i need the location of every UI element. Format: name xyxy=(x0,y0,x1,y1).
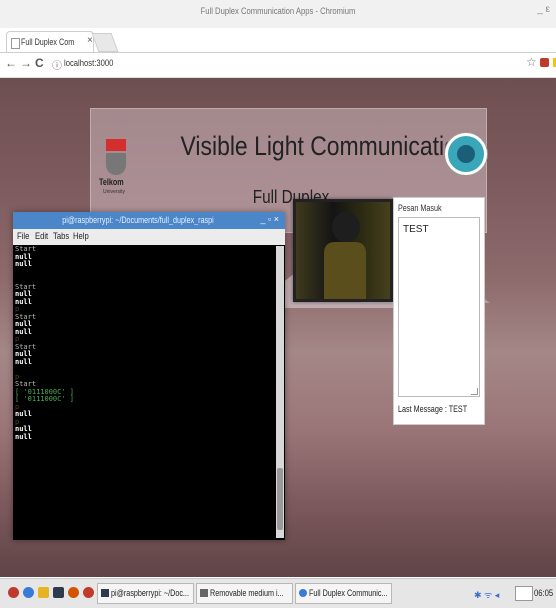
taskbar-item-label: Full Duplex Communic... xyxy=(309,588,388,598)
terminal-line: null xyxy=(15,327,32,336)
emblem-logo xyxy=(445,133,487,175)
scrollbar-thumb[interactable] xyxy=(277,468,283,530)
terminal-line: null xyxy=(15,252,32,261)
menu-tabs[interactable]: Tabs xyxy=(53,231,69,241)
message-label: Pesan Masuk xyxy=(398,203,442,213)
cpu-monitor-icon[interactable] xyxy=(515,586,533,601)
last-message-text: Last Message : TEST xyxy=(398,404,468,414)
terminal-window[interactable]: pi@raspberrypi: ~/Documents/full_duplex_… xyxy=(13,212,285,540)
chromium-task-icon xyxy=(299,589,307,597)
video-person-body xyxy=(324,242,366,299)
terminal-line: p xyxy=(15,417,20,426)
terminal-line: null xyxy=(15,297,32,306)
logo-text: Telkom xyxy=(99,177,124,187)
extension-icon[interactable] xyxy=(540,58,549,67)
page-icon xyxy=(11,38,20,49)
terminal-line: null xyxy=(15,410,32,418)
forward-icon[interactable]: → xyxy=(20,56,32,70)
terminal-launcher-icon[interactable] xyxy=(53,587,64,598)
terminal-line: null xyxy=(15,425,32,433)
page-title: Visible Light Communication xyxy=(180,131,470,161)
tab-label: Full Duplex Com xyxy=(21,37,75,47)
terminal-scrollbar[interactable] xyxy=(276,246,284,538)
menu-edit[interactable]: Edit xyxy=(35,231,48,241)
terminal-line: Start xyxy=(15,342,37,351)
logo-red-block xyxy=(106,139,126,151)
taskbar-item-removable[interactable]: Removable medium i... xyxy=(196,583,293,604)
terminal-line: p xyxy=(15,335,20,343)
taskbar-item-label: Removable medium i... xyxy=(210,588,284,598)
file-manager-icon[interactable] xyxy=(38,587,49,598)
menu-help[interactable]: Help xyxy=(73,231,89,241)
new-tab-button[interactable] xyxy=(91,33,119,52)
video-frame[interactable] xyxy=(293,199,393,302)
back-icon[interactable]: ← xyxy=(5,56,17,70)
address-bar-row: ← → C ⓘ localhost:3000 ☆ xyxy=(0,53,556,78)
window-title: Full Duplex Communication Apps - Chromiu… xyxy=(200,6,356,16)
taskbar-item-label: pi@raspberrypi: ~/Doc... xyxy=(111,588,189,598)
terminal-line: p xyxy=(15,402,20,411)
window-controls[interactable]: _ ε xyxy=(537,4,550,15)
info-icon[interactable]: ⓘ xyxy=(52,57,62,72)
terminal-task-icon xyxy=(101,589,109,597)
terminal-line: null xyxy=(15,320,32,328)
terminal-window-controls[interactable]: _ ▫ × xyxy=(261,214,279,224)
app-launcher-icon[interactable] xyxy=(68,587,79,598)
taskbar-item-browser[interactable]: Full Duplex Communic... xyxy=(295,583,392,604)
terminal-titlebar[interactable]: pi@raspberrypi: ~/Documents/full_duplex_… xyxy=(13,212,285,229)
message-value: TEST xyxy=(403,224,429,235)
menu-file[interactable]: File xyxy=(17,231,29,241)
app-launcher-icon-2[interactable] xyxy=(83,587,94,598)
terminal-title: pi@raspberrypi: ~/Documents/full_duplex_… xyxy=(62,215,214,225)
terminal-line: p xyxy=(15,305,20,313)
message-panel: Pesan Masuk TEST Last Message : TEST xyxy=(393,197,485,425)
resize-grip-icon[interactable] xyxy=(471,388,478,395)
terminal-line: Start xyxy=(15,282,37,291)
terminal-line: null xyxy=(15,290,32,298)
clock[interactable]: 06:05 xyxy=(534,588,553,598)
terminal-line: [ '0111000C' ] xyxy=(15,395,75,403)
taskbar-item-terminal[interactable]: pi@raspberrypi: ~/Doc... xyxy=(97,583,194,604)
terminal-line: null xyxy=(15,432,32,441)
telkom-logo: Telkom University xyxy=(99,139,131,203)
message-textarea[interactable]: TEST xyxy=(398,217,480,397)
terminal-line: p xyxy=(15,372,20,381)
system-tray-icons[interactable]: ✱ ᯤ ◂ xyxy=(474,588,499,601)
taskbar: pi@raspberrypi: ~/Doc... Removable mediu… xyxy=(0,578,556,608)
logo-gray-block xyxy=(106,153,126,175)
folder-task-icon xyxy=(200,589,208,597)
logo-subtext: University xyxy=(103,189,125,195)
terminal-line: null xyxy=(15,357,32,366)
raspberry-menu-icon[interactable] xyxy=(8,587,19,598)
url-input[interactable]: ⓘ localhost:3000 xyxy=(50,56,510,73)
terminal-line: null xyxy=(15,260,32,268)
browser-tab[interactable]: Full Duplex Com × xyxy=(6,31,94,54)
terminal-line: null xyxy=(15,350,32,358)
window-titlebar: Full Duplex Communication Apps - Chromiu… xyxy=(0,0,556,28)
video-person-head xyxy=(332,212,360,242)
browser-launcher-icon[interactable] xyxy=(23,587,34,598)
terminal-line: Start xyxy=(15,246,37,253)
emblem-inner xyxy=(457,145,475,163)
terminal-output[interactable]: Start null null Start null null p Start null null… xyxy=(15,246,275,538)
terminal-line: Start xyxy=(15,312,37,321)
terminal-menubar: File Edit Tabs Help xyxy=(13,229,285,245)
reload-icon[interactable]: C xyxy=(35,56,44,70)
bookmark-star-icon[interactable]: ☆ xyxy=(526,55,537,69)
url-text[interactable]: localhost:3000 xyxy=(64,58,113,68)
